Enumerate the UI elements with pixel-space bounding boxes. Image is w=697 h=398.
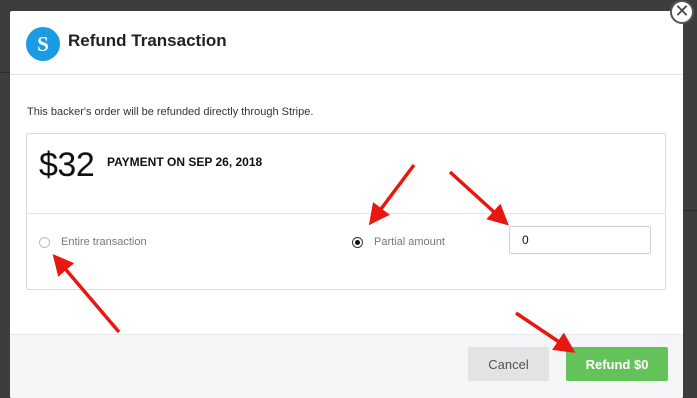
refund-info-text: This backer's order will be refunded dir… xyxy=(27,106,314,118)
modal-header: S Refund Transaction xyxy=(10,11,683,75)
payment-amount: $32 xyxy=(39,146,95,184)
stripe-logo-icon: S xyxy=(26,27,60,61)
partial-amount-radio[interactable] xyxy=(352,237,363,248)
payment-box-divider xyxy=(27,213,665,214)
refund-modal: S Refund Transaction This backer's order… xyxy=(10,11,683,398)
payment-date: PAYMENT ON SEP 26, 2018 xyxy=(107,155,263,169)
payment-box: $32 PAYMENT ON SEP 26, 2018 Entire trans… xyxy=(26,133,666,290)
refund-button[interactable]: Refund $0 xyxy=(566,347,668,381)
partial-amount-label[interactable]: Partial amount xyxy=(374,236,445,248)
background-divider xyxy=(683,210,697,211)
close-icon[interactable]: ✕ xyxy=(670,0,694,24)
background-divider xyxy=(0,72,10,73)
cancel-button[interactable]: Cancel xyxy=(468,347,549,381)
partial-amount-input[interactable] xyxy=(509,226,651,254)
modal-footer: Cancel Refund $0 xyxy=(10,334,683,398)
entire-transaction-radio[interactable] xyxy=(39,237,50,248)
modal-title: Refund Transaction xyxy=(68,31,227,50)
entire-transaction-label[interactable]: Entire transaction xyxy=(61,236,147,248)
